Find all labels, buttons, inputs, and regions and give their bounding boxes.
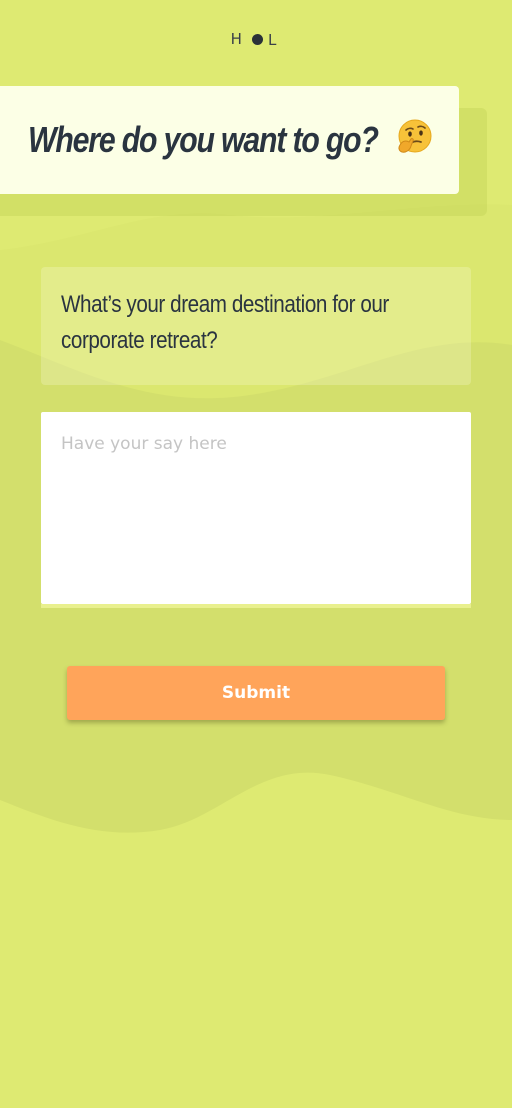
logo-letter-h: H (230, 30, 247, 48)
title-card: Where do you want to go? (0, 86, 459, 194)
logo-dot-icon (251, 34, 263, 45)
submit-button[interactable]: Submit (67, 666, 445, 720)
answer-input[interactable] (41, 412, 471, 604)
question-text: What’s your dream destination for our co… (61, 291, 389, 354)
question-card: What’s your dream destination for our co… (41, 267, 471, 385)
brand-logo: HL (0, 30, 512, 49)
thinking-face-icon (398, 119, 432, 153)
page-title: Where do you want to go? (28, 119, 379, 160)
answer-input-underline (41, 604, 471, 608)
logo-letter-l: L (267, 31, 282, 49)
